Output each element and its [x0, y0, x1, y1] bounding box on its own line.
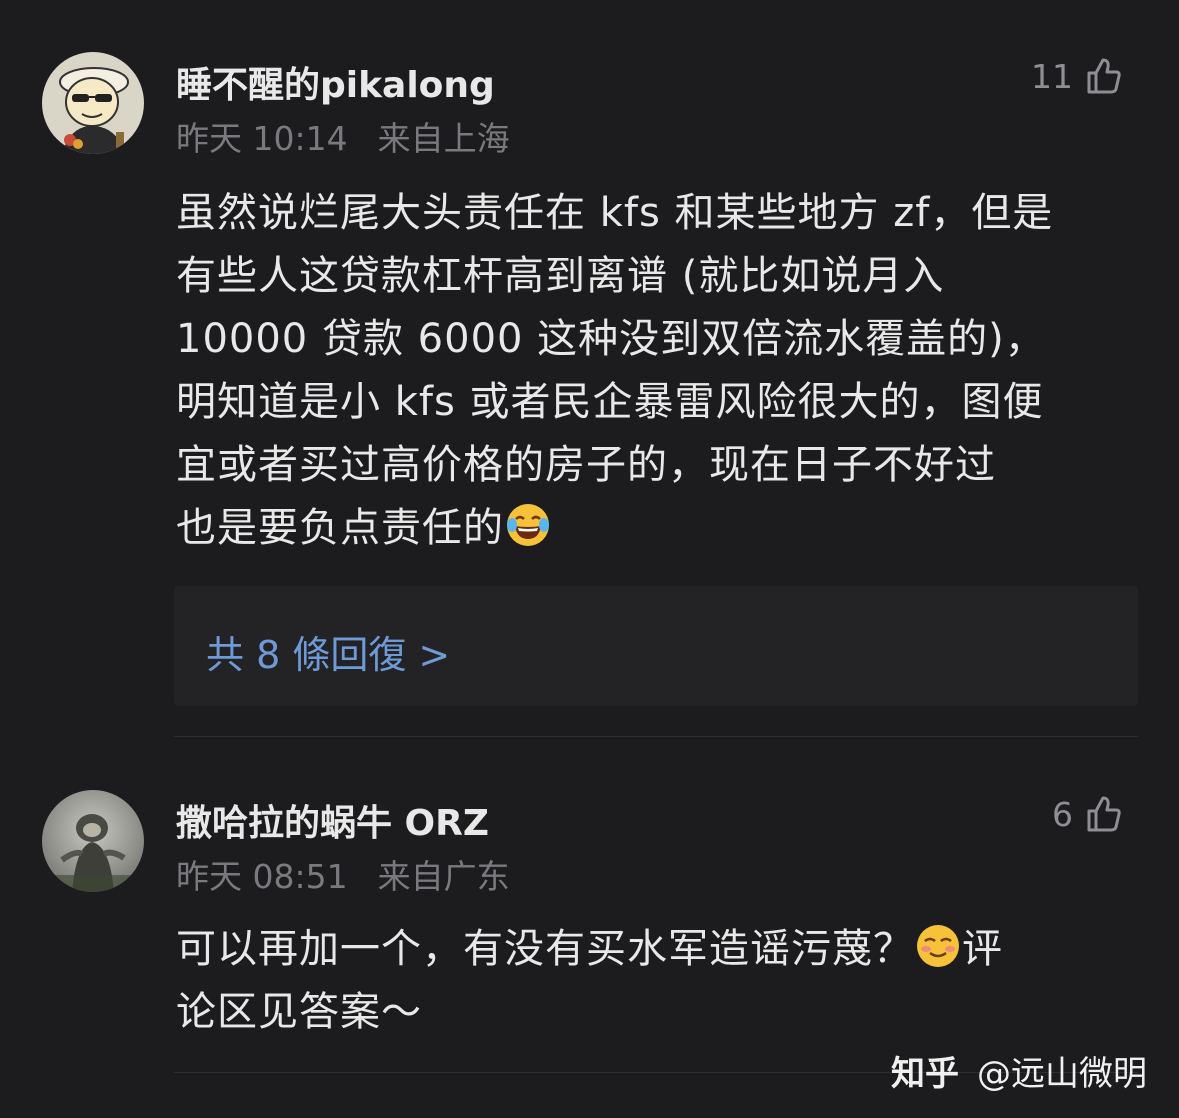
like-count: 6 — [1052, 794, 1073, 834]
watermark-author: @远山微明 — [977, 1054, 1147, 1094]
thumbs-up-icon — [1087, 796, 1121, 832]
divider — [174, 736, 1138, 737]
watermark-brand: 知乎 — [891, 1054, 959, 1094]
comment-line: 10000 贷款 6000 这种没到双倍流水覆盖的)， — [176, 316, 1046, 362]
laughing-crying-emoji-icon — [507, 504, 549, 546]
comment-body: 虽然说烂尾大头责任在 kfs 和某些地方 zf，但是 有些人这贷款杠杆高到离谱 … — [176, 182, 1136, 560]
avatar[interactable] — [42, 52, 144, 154]
sloth-photo-avatar-icon — [42, 790, 144, 892]
comment-line: 论区见答案～ — [176, 989, 422, 1035]
comment-line: 有些人这贷款杠杆高到离谱 (就比如说月入 — [176, 253, 945, 299]
thumbs-up-icon — [1087, 58, 1121, 94]
comment-meta: 昨天 08:51 来自广东 — [176, 850, 510, 898]
comment-line: 虽然说烂尾大头责任在 kfs 和某些地方 zf，但是 — [176, 190, 1054, 236]
comment-line: 明知道是小 kfs 或者民企暴雷风险很大的，图便 — [176, 379, 1044, 425]
location: 来自上海 — [377, 119, 510, 158]
timestamp: 昨天 08:51 — [176, 857, 348, 896]
smiling-blush-emoji-icon — [917, 925, 959, 967]
timestamp: 昨天 10:14 — [176, 119, 348, 158]
avatar[interactable] — [42, 790, 144, 892]
comment-meta: 昨天 10:14 来自上海 — [176, 112, 510, 160]
location: 来自广东 — [377, 857, 510, 896]
comment-line: 可以再加一个，有没有买水军造谣污蔑？ 评 — [176, 918, 1136, 981]
comment-body: 可以再加一个，有没有买水军造谣污蔑？ 评 论区见答案～ — [176, 918, 1136, 1044]
like-button[interactable]: 11 — [1031, 56, 1123, 96]
comment-line: 宜或者买过高价格的房子的，现在日子不好过 — [176, 442, 996, 488]
username[interactable]: 睡不醒的pikalong — [176, 56, 495, 108]
like-button[interactable]: 6 — [1052, 794, 1123, 834]
view-replies-link[interactable]: 共 8 條回復 > — [206, 624, 450, 679]
cartoon-avatar-icon — [42, 52, 144, 154]
comment-line-text: 可以再加一个，有没有买水军造谣污蔑？ — [176, 926, 914, 972]
comment-line-last: 也是要负点责任的 — [176, 497, 1136, 560]
username[interactable]: 撒哈拉的蜗牛 ORZ — [176, 794, 489, 846]
replies-box[interactable]: 共 8 條回復 > — [174, 586, 1138, 706]
like-count: 11 — [1031, 56, 1073, 96]
comment-line-text: 评 — [962, 926, 1003, 972]
comment-line-text: 也是要负点责任的 — [176, 505, 504, 551]
watermark: 知乎 @远山微明 — [891, 1046, 1147, 1095]
